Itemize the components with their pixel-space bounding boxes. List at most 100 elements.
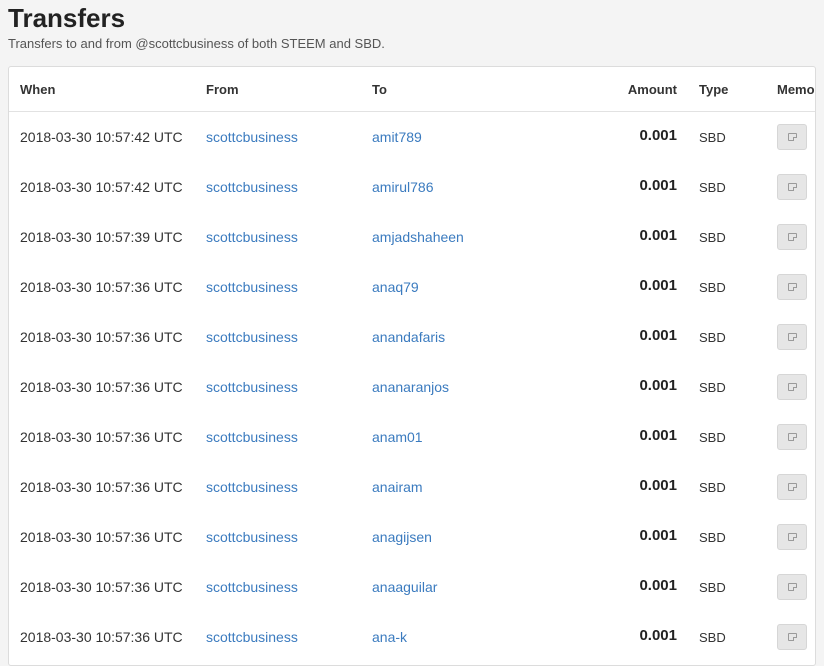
transfer-from-link[interactable]: scottcbusiness xyxy=(206,479,298,495)
table-row: 2018-03-30 10:57:36 UTC scottcbusiness a… xyxy=(9,362,815,412)
transfer-when: 2018-03-30 10:57:36 UTC xyxy=(20,379,183,395)
column-header-amount: Amount xyxy=(550,67,677,112)
transfer-from-link[interactable]: scottcbusiness xyxy=(206,229,298,245)
transfer-amount: 0.001 xyxy=(639,276,677,294)
transfer-when: 2018-03-30 10:57:36 UTC xyxy=(20,479,183,495)
transfer-type: SBD xyxy=(699,330,726,345)
memo-icon xyxy=(788,633,797,641)
transfer-when: 2018-03-30 10:57:36 UTC xyxy=(20,529,183,545)
transfer-type: SBD xyxy=(699,480,726,495)
transfer-to-link[interactable]: amirul786 xyxy=(372,179,433,195)
transfer-amount: 0.001 xyxy=(639,626,677,644)
transfer-type: SBD xyxy=(699,180,726,195)
column-header-from: From xyxy=(206,67,372,112)
page-title: Transfers xyxy=(8,3,126,33)
memo-button[interactable] xyxy=(777,624,807,650)
transfer-from-link[interactable]: scottcbusiness xyxy=(206,279,298,295)
transfer-from-link[interactable]: scottcbusiness xyxy=(206,579,298,595)
table-row: 2018-03-30 10:57:36 UTC scottcbusiness a… xyxy=(9,612,815,662)
table-row: 2018-03-30 10:57:36 UTC scottcbusiness a… xyxy=(9,262,815,312)
transfer-type: SBD xyxy=(699,280,726,295)
memo-button[interactable] xyxy=(777,124,807,150)
column-header-memo: Memo xyxy=(777,67,815,112)
transfer-amount: 0.001 xyxy=(639,376,677,394)
memo-button[interactable] xyxy=(777,324,807,350)
transfer-when: 2018-03-30 10:57:36 UTC xyxy=(20,279,183,295)
memo-icon xyxy=(788,583,797,591)
transfer-to-link[interactable]: anagijsen xyxy=(372,529,432,545)
memo-button[interactable] xyxy=(777,524,807,550)
transfer-to-link[interactable]: amit789 xyxy=(372,129,422,145)
transfer-to-link[interactable]: ana-k xyxy=(372,629,407,645)
memo-icon xyxy=(788,133,797,141)
transfer-amount: 0.001 xyxy=(639,126,677,144)
transfer-to-link[interactable]: anam01 xyxy=(372,429,423,445)
column-header-type: Type xyxy=(677,67,777,112)
table-row: 2018-03-30 10:57:42 UTC scottcbusiness a… xyxy=(9,112,815,163)
transfer-type: SBD xyxy=(699,580,726,595)
transfer-when: 2018-03-30 10:57:36 UTC xyxy=(20,629,183,645)
transfer-when: 2018-03-30 10:57:42 UTC xyxy=(20,179,183,195)
transfer-when: 2018-03-30 10:57:36 UTC xyxy=(20,329,183,345)
table-row: 2018-03-30 10:57:36 UTC scottcbusiness a… xyxy=(9,312,815,362)
transfer-type: SBD xyxy=(699,130,726,145)
memo-icon xyxy=(788,333,797,341)
transfer-type: SBD xyxy=(699,530,726,545)
transfer-when: 2018-03-30 10:57:36 UTC xyxy=(20,429,183,445)
transfer-to-link[interactable]: anaq79 xyxy=(372,279,419,295)
column-header-when: When xyxy=(9,67,206,112)
transfer-when: 2018-03-30 10:57:39 UTC xyxy=(20,229,183,245)
table-row: 2018-03-30 10:57:36 UTC scottcbusiness a… xyxy=(9,412,815,462)
transfer-from-link[interactable]: scottcbusiness xyxy=(206,129,298,145)
transfer-amount: 0.001 xyxy=(639,576,677,594)
transfer-amount: 0.001 xyxy=(639,326,677,344)
table-row: 2018-03-30 10:57:42 UTC scottcbusiness a… xyxy=(9,162,815,212)
transfer-from-link[interactable]: scottcbusiness xyxy=(206,629,298,645)
transfers-table: When From To Amount Type Memo 2018-03-30… xyxy=(9,67,815,663)
page-header: Transfers Transfers to and from @scottcb… xyxy=(8,4,816,53)
table-body: 2018-03-30 10:57:42 UTC scottcbusiness a… xyxy=(9,112,815,663)
transfers-panel: When From To Amount Type Memo 2018-03-30… xyxy=(8,66,816,666)
transfer-to-link[interactable]: anaaguilar xyxy=(372,579,437,595)
memo-button[interactable] xyxy=(777,274,807,300)
transfer-amount: 0.001 xyxy=(639,426,677,444)
table-row: 2018-03-30 10:57:36 UTC scottcbusiness a… xyxy=(9,562,815,612)
table-header: When From To Amount Type Memo xyxy=(9,67,815,112)
transfer-from-link[interactable]: scottcbusiness xyxy=(206,379,298,395)
transfer-amount: 0.001 xyxy=(639,176,677,194)
memo-icon xyxy=(788,433,797,441)
transfer-type: SBD xyxy=(699,230,726,245)
table-row: 2018-03-30 10:57:39 UTC scottcbusiness a… xyxy=(9,212,815,262)
transfer-from-link[interactable]: scottcbusiness xyxy=(206,179,298,195)
transfer-amount: 0.001 xyxy=(639,476,677,494)
transfer-when: 2018-03-30 10:57:42 UTC xyxy=(20,129,183,145)
table-row: 2018-03-30 10:57:36 UTC scottcbusiness a… xyxy=(9,462,815,512)
transfer-amount: 0.001 xyxy=(639,526,677,544)
memo-button[interactable] xyxy=(777,224,807,250)
memo-button[interactable] xyxy=(777,174,807,200)
transfer-from-link[interactable]: scottcbusiness xyxy=(206,429,298,445)
transfer-to-link[interactable]: amjadshaheen xyxy=(372,229,464,245)
transfer-type: SBD xyxy=(699,430,726,445)
transfer-to-link[interactable]: ananaranjos xyxy=(372,379,449,395)
memo-button[interactable] xyxy=(777,574,807,600)
memo-icon xyxy=(788,283,797,291)
memo-button[interactable] xyxy=(777,374,807,400)
memo-icon xyxy=(788,533,797,541)
transfer-to-link[interactable]: anandafaris xyxy=(372,329,445,345)
memo-icon xyxy=(788,483,797,491)
transfer-from-link[interactable]: scottcbusiness xyxy=(206,529,298,545)
transfer-to-link[interactable]: anairam xyxy=(372,479,423,495)
transfer-amount: 0.001 xyxy=(639,226,677,244)
memo-icon xyxy=(788,183,797,191)
page-subtitle: Transfers to and from @scottcbusiness of… xyxy=(8,36,385,51)
memo-button[interactable] xyxy=(777,424,807,450)
memo-icon xyxy=(788,383,797,391)
column-header-to: To xyxy=(372,67,550,112)
memo-icon xyxy=(788,233,797,241)
transfer-when: 2018-03-30 10:57:36 UTC xyxy=(20,579,183,595)
transfer-type: SBD xyxy=(699,380,726,395)
table-row: 2018-03-30 10:57:36 UTC scottcbusiness a… xyxy=(9,512,815,562)
transfer-from-link[interactable]: scottcbusiness xyxy=(206,329,298,345)
memo-button[interactable] xyxy=(777,474,807,500)
